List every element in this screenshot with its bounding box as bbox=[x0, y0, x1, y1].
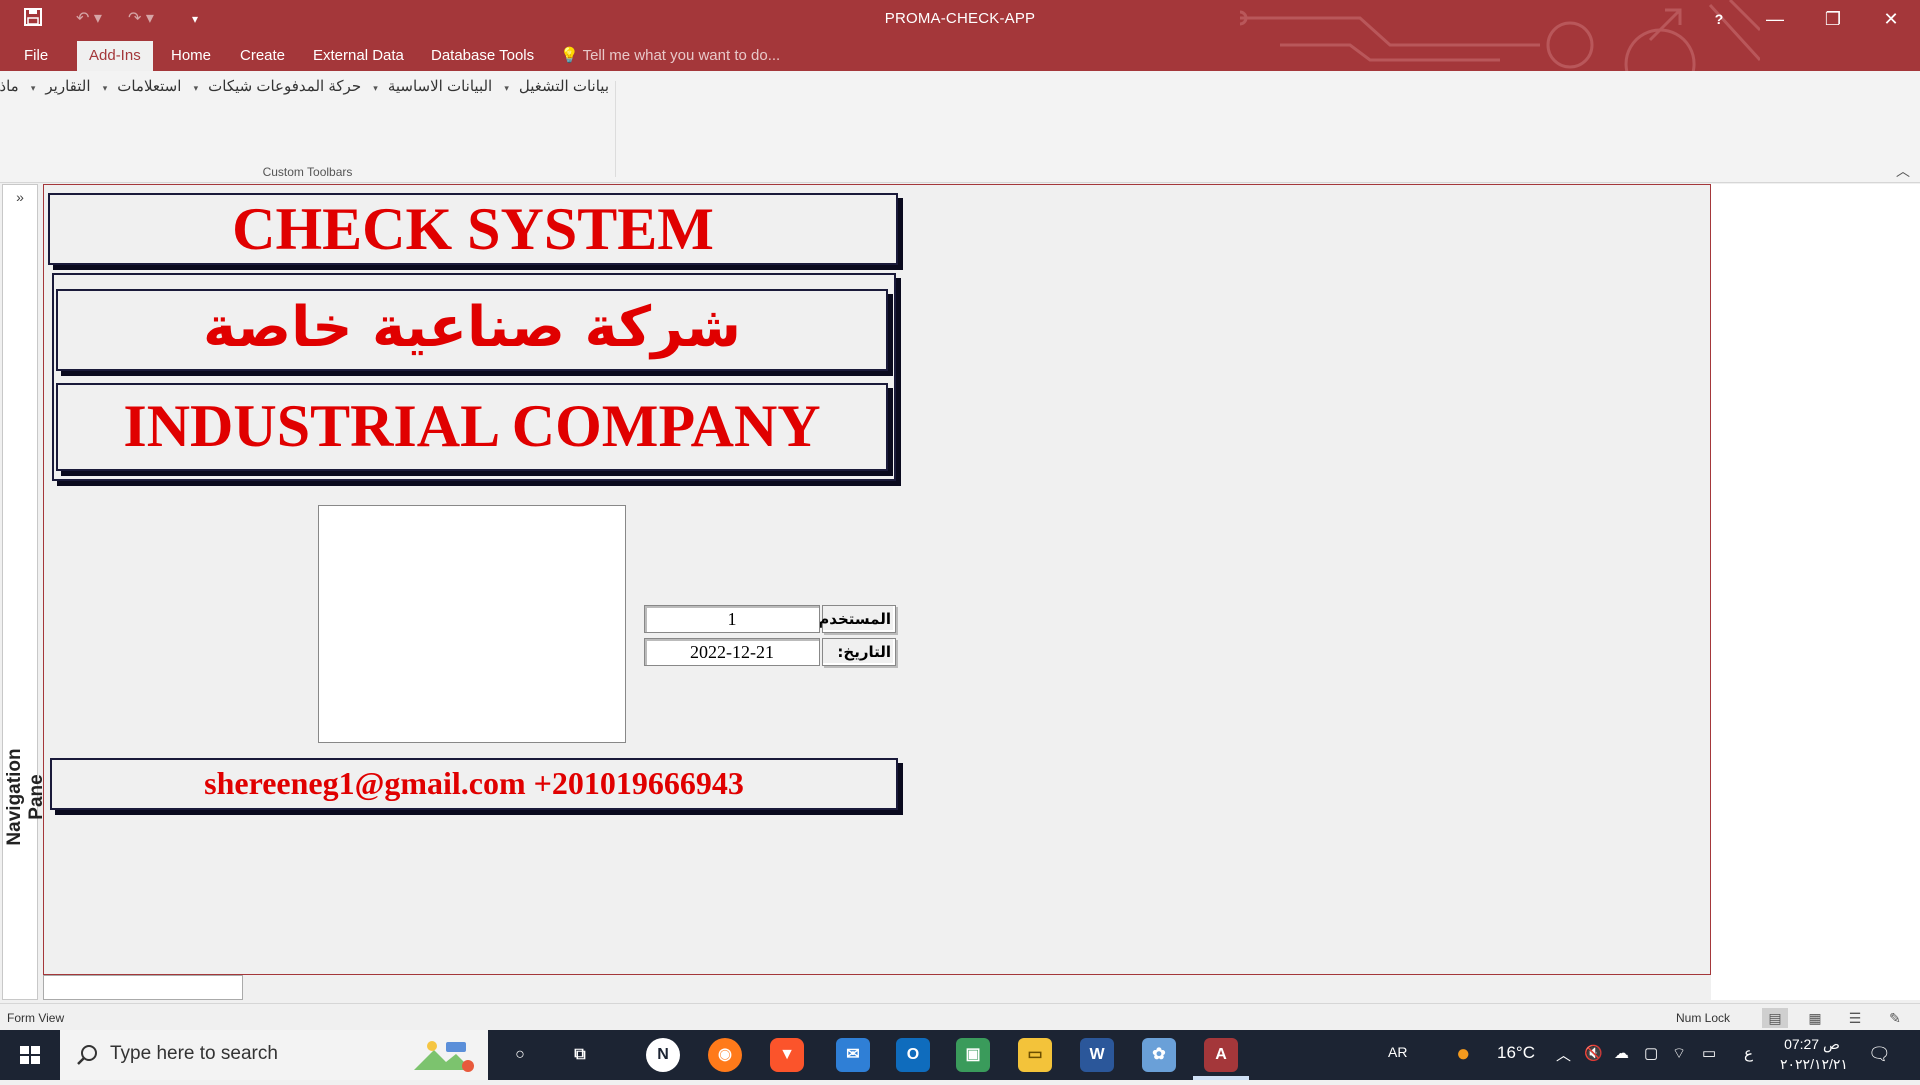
clock[interactable]: 07:27 ص ٢٠٢٢/١٢/٢١ bbox=[1780, 1034, 1848, 1074]
title-bar: ↶ ▾ ↷ ▾ ▾ PROMA-CHECK-APP ? — ❐ ✕ File A… bbox=[0, 0, 1920, 71]
num-lock-indicator: Num Lock bbox=[1676, 1011, 1731, 1025]
menu-about[interactable]: ماذا عن؟ bbox=[0, 78, 19, 95]
lightbulb-icon: 💡 bbox=[560, 47, 579, 64]
menu-queries[interactable]: استعلامات▾ bbox=[103, 78, 182, 95]
brave-icon[interactable]: ▼ bbox=[770, 1038, 804, 1072]
contact-banner: shereeneg1@gmail.com +201019666943 bbox=[50, 758, 898, 810]
expand-nav-icon[interactable]: » bbox=[3, 189, 37, 205]
taskbar-search[interactable]: Type here to search bbox=[60, 1030, 488, 1080]
ribbon-group-divider bbox=[615, 81, 616, 177]
status-bar: Form View Num Lock ▤ ▦ ☰ ✎ bbox=[0, 1003, 1920, 1031]
custom-menu-bar: بيانات التشغيل▾ البيانات الاساسية▾ حركة … bbox=[0, 77, 609, 95]
access-icon[interactable]: A bbox=[1204, 1038, 1238, 1072]
battery-icon[interactable]: ▭ bbox=[1702, 1044, 1716, 1062]
access-active-indicator bbox=[1193, 1076, 1249, 1080]
user-label: المستخدم: bbox=[812, 605, 896, 633]
task-view-cortana-icon[interactable]: ○ bbox=[503, 1038, 537, 1072]
menu-reports[interactable]: التقارير▾ bbox=[31, 78, 91, 95]
menu-check-payments[interactable]: حركة المدفوعات شيكات▾ bbox=[194, 78, 362, 95]
close-button[interactable]: ✕ bbox=[1868, 0, 1914, 40]
show-hidden-icons-icon[interactable]: ︿ bbox=[1556, 1044, 1571, 1065]
navigation-pane-label: Navigation Pane bbox=[4, 748, 47, 846]
tab-external-data[interactable]: External Data bbox=[301, 41, 416, 71]
search-highlight-icon bbox=[414, 1041, 474, 1072]
check-system-title: CHECK SYSTEM bbox=[48, 193, 898, 265]
menu-basic-data[interactable]: البيانات الاساسية▾ bbox=[373, 78, 492, 95]
paint-icon[interactable]: ✿ bbox=[1142, 1038, 1176, 1072]
tab-file[interactable]: File bbox=[12, 41, 60, 71]
tell-me-search[interactable]: 💡 Tell me what you want to do... bbox=[560, 41, 780, 71]
clock-time: 07:27 ص bbox=[1784, 1036, 1840, 1052]
windows-icon bbox=[20, 1046, 40, 1064]
outlook-icon[interactable]: O bbox=[896, 1038, 930, 1072]
language-indicator[interactable]: AR bbox=[1388, 1044, 1407, 1060]
temperature-text[interactable]: 16°C bbox=[1497, 1043, 1535, 1063]
notifications-icon[interactable]: 🗨 bbox=[1868, 1044, 1891, 1065]
right-empty-area bbox=[1711, 184, 1920, 1000]
meet-now-icon[interactable]: ▢ bbox=[1644, 1044, 1658, 1062]
mail-icon[interactable]: ✉ bbox=[836, 1038, 870, 1072]
view-mode-text: Form View bbox=[7, 1011, 65, 1025]
form-area: CHECK SYSTEM شركة صناعية خاصة INDUSTRIAL… bbox=[43, 184, 1711, 975]
tab-home[interactable]: Home bbox=[159, 41, 223, 71]
company-name-arabic: شركة صناعية خاصة bbox=[56, 289, 888, 371]
logo-image-frame bbox=[318, 505, 626, 743]
layout-view-icon[interactable]: ☰ bbox=[1842, 1008, 1868, 1028]
collapse-ribbon-icon[interactable]: ︿ bbox=[1896, 161, 1910, 181]
date-field[interactable]: 2022-12-21 bbox=[644, 638, 820, 666]
tab-database-tools[interactable]: Database Tools bbox=[419, 41, 546, 71]
user-field[interactable]: 1 bbox=[644, 605, 820, 633]
ribbon-group-label: Custom Toolbars bbox=[262, 165, 353, 179]
help-button[interactable]: ? bbox=[1696, 0, 1742, 40]
task-view-icon[interactable]: ⧉ bbox=[563, 1038, 597, 1072]
weather-icon[interactable]: ● bbox=[1456, 1040, 1471, 1068]
tab-add-ins[interactable]: Add-Ins bbox=[77, 41, 153, 71]
volume-muted-icon[interactable]: 🔇 bbox=[1584, 1044, 1603, 1062]
company-name-english: INDUSTRIAL COMPANY bbox=[56, 383, 888, 471]
form-view-icon[interactable]: ▤ bbox=[1762, 1008, 1788, 1028]
keyboard-indicator[interactable]: ع bbox=[1744, 1044, 1753, 1062]
start-button[interactable] bbox=[0, 1030, 60, 1080]
datasheet-view-icon[interactable]: ▦ bbox=[1802, 1008, 1828, 1028]
wifi-icon[interactable]: ⌔ bbox=[1672, 1044, 1686, 1063]
taskbar: Type here to search ○ ⧉ N ◉ ▼ ✉ O ▣ ▭ W … bbox=[0, 1030, 1920, 1080]
ribbon: بيانات التشغيل▾ البيانات الاساسية▾ حركة … bbox=[0, 71, 1920, 183]
photos-icon[interactable]: ▣ bbox=[956, 1038, 990, 1072]
word-icon[interactable]: W bbox=[1080, 1038, 1114, 1072]
menu-operation-data[interactable]: بيانات التشغيل▾ bbox=[504, 78, 609, 95]
search-placeholder: Type here to search bbox=[110, 1043, 278, 1064]
file-explorer-icon[interactable]: ▭ bbox=[1018, 1038, 1052, 1072]
minimize-button[interactable]: — bbox=[1752, 0, 1798, 40]
tab-create[interactable]: Create bbox=[228, 41, 297, 71]
app-n-icon[interactable]: N bbox=[646, 1038, 680, 1072]
restore-button[interactable]: ❐ bbox=[1810, 0, 1856, 40]
tell-me-text: Tell me what you want to do... bbox=[582, 47, 781, 64]
onedrive-icon[interactable]: ☁ bbox=[1614, 1044, 1629, 1062]
clock-date: ٢٠٢٢/١٢/٢١ bbox=[1780, 1056, 1848, 1072]
record-navigation-bar[interactable] bbox=[43, 975, 243, 1000]
date-label: التاريخ: bbox=[822, 638, 896, 666]
firefox-icon[interactable]: ◉ bbox=[708, 1038, 742, 1072]
navigation-pane[interactable]: » Navigation Pane bbox=[2, 184, 47, 1000]
window-title: PROMA-CHECK-APP bbox=[884, 10, 1036, 27]
design-view-icon[interactable]: ✎ bbox=[1882, 1008, 1908, 1028]
search-icon bbox=[77, 1045, 97, 1065]
